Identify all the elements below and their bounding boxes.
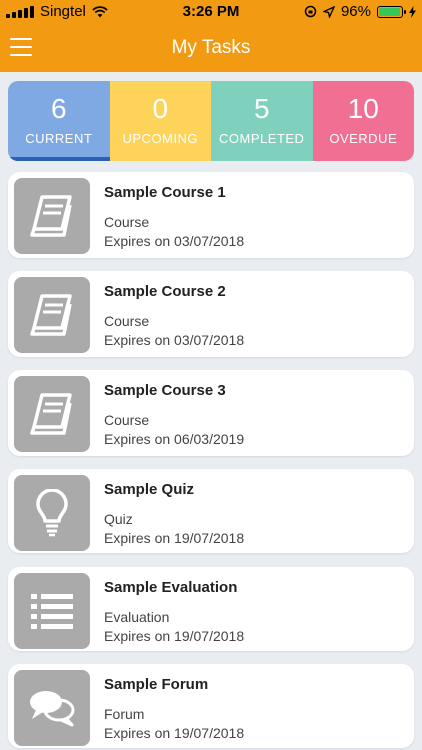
task-type: Course [104,214,150,230]
battery-icon [377,5,406,18]
task-card[interactable]: Sample Quiz Quiz Expires on 19/07/2018 [8,469,414,553]
list-icon [31,594,73,629]
task-card[interactable]: Sample Forum Forum Expires on 19/07/2018 [8,664,414,748]
task-type: Course [104,313,150,329]
task-title: Sample Evaluation [104,579,238,596]
task-card[interactable]: Sample Course 1 Course Expires on 03/07/… [8,172,414,258]
stat-count: 5 [253,93,270,124]
task-thumbnail [14,573,90,649]
task-stats: 6 CURRENT 0 UPCOMING 5 COMPLETED 10 OVER… [8,81,414,161]
task-expiry: Expires on 19/07/2018 [104,628,245,644]
task-expiry: Expires on 03/07/2018 [104,233,245,249]
task-title: Sample Course 1 [104,184,226,201]
location-icon [322,5,335,18]
task-card[interactable]: Sample Evaluation Evaluation Expires on … [8,567,414,651]
task-type: Forum [104,706,145,722]
stat-count: 10 [347,93,379,124]
task-expiry: Expires on 19/07/2018 [104,530,245,546]
task-expiry: Expires on 06/03/2019 [104,431,245,447]
stat-label: CURRENT [25,131,93,146]
task-thumbnail [14,670,90,746]
chat-bubbles-icon [30,691,75,727]
task-title: Sample Forum [104,676,209,693]
book-icon [30,195,72,237]
book-icon [30,393,72,435]
page-title: My Tasks [171,37,251,58]
task-title: Sample Course 3 [104,382,226,399]
stat-label: OVERDUE [329,131,398,146]
task-thumbnail [14,376,90,452]
stat-count: 6 [50,93,67,124]
task-type: Course [104,412,150,428]
lightbulb-icon [36,489,68,537]
book-icon [30,294,72,336]
task-type: Quiz [104,511,133,527]
task-title: Sample Course 2 [104,283,226,300]
stat-count: 0 [152,93,169,124]
task-card[interactable]: Sample Course 2 Course Expires on 03/07/… [8,271,414,357]
charging-bolt-icon [409,5,416,18]
stat-label: UPCOMING [122,131,198,146]
active-indicator [8,157,110,161]
task-expiry: Expires on 19/07/2018 [104,725,245,741]
app-bar: My Tasks [0,24,422,72]
status-right: 96% [304,3,416,20]
task-thumbnail [14,475,90,551]
task-expiry: Expires on 03/07/2018 [104,332,245,348]
task-title: Sample Quiz [104,481,195,498]
status-bar: Singtel 3:26 PM 96% [0,0,422,24]
stat-upcoming[interactable]: 0 UPCOMING [109,81,211,161]
stat-overdue[interactable]: 10 OVERDUE [312,81,414,161]
battery-percent: 96% [340,3,371,20]
stat-current[interactable]: 6 CURRENT [8,81,110,161]
stat-label: COMPLETED [219,131,305,146]
task-type: Evaluation [104,609,170,625]
task-card[interactable]: Sample Course 3 Course Expires on 06/03/… [8,370,414,456]
stat-completed[interactable]: 5 COMPLETED [211,81,313,161]
task-thumbnail [14,178,90,254]
rotation-lock-icon [304,5,317,18]
task-thumbnail [14,277,90,353]
